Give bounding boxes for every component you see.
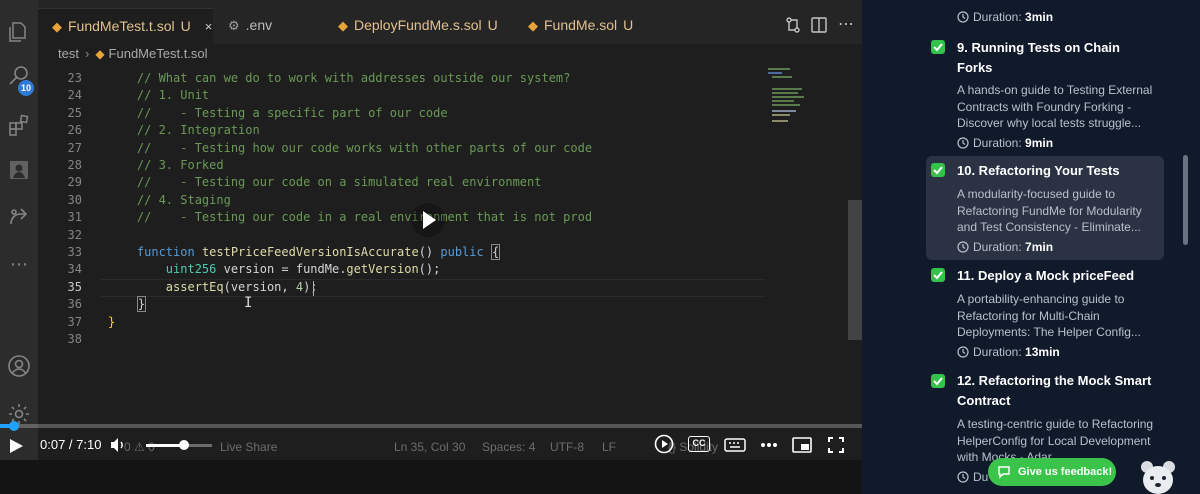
completed-check-icon: [931, 374, 945, 388]
tab-deployfundme[interactable]: ◆ DeployFundMe.s.sol U: [338, 10, 498, 40]
captions-button[interactable]: CC: [688, 436, 710, 452]
volume-icon[interactable]: [110, 437, 126, 453]
video-bottom-strip: [0, 460, 862, 494]
lesson-duration: Duration: 7min: [957, 240, 1053, 254]
code-line: 36 }: [38, 296, 768, 313]
code-line: 29 // - Testing our code on a simulated …: [67, 175, 542, 190]
gear-file-icon: ⚙: [228, 19, 240, 34]
code-line: 30 // 4. Staging: [67, 192, 231, 207]
fullscreen-icon[interactable]: [828, 437, 844, 453]
solidity-file-icon: ◆: [338, 19, 348, 34]
settings-icon[interactable]: [760, 438, 778, 452]
sidebar-scrollbar[interactable]: [1183, 155, 1188, 245]
split-editor-icon[interactable]: [810, 16, 828, 34]
code-line: 26 // 2. Integration: [67, 123, 260, 138]
code-line: 32: [67, 227, 82, 242]
solidity-file-icon: ◆: [52, 20, 62, 35]
lesson-duration: Duration: 9min: [957, 136, 1053, 150]
more-actions-icon[interactable]: ⋯: [838, 16, 856, 34]
closing-brace: }: [136, 296, 147, 313]
code-line: 35 assertEq(version, 4);: [38, 279, 768, 296]
more-icon[interactable]: ⋯: [7, 252, 31, 276]
breadcrumb-file[interactable]: FundMeTest.t.sol: [109, 46, 208, 61]
code-line: 24 // 1. Unit: [67, 88, 210, 103]
clock-icon: [957, 11, 969, 23]
remote-explorer-icon[interactable]: [7, 158, 31, 182]
volume-handle[interactable]: [179, 440, 190, 450]
code-line: 28 // 3. Forked: [67, 158, 224, 172]
code-line: 31 // - Testing our code in a real envir…: [67, 210, 593, 225]
editor-scrollbar[interactable]: [848, 200, 862, 340]
completed-check-icon: [931, 40, 945, 54]
center-play-icon[interactable]: [411, 203, 445, 237]
extensions-icon[interactable]: [7, 113, 31, 137]
lesson-item[interactable]: 11. Deploy a Mock priceFeed A portabilit…: [926, 262, 1164, 362]
breadcrumb-folder[interactable]: test: [58, 46, 79, 61]
play-icon[interactable]: [8, 438, 24, 454]
code-line: 37}: [67, 314, 116, 329]
tab-env[interactable]: ⚙ .env: [228, 10, 272, 40]
live-share-icon[interactable]: [7, 204, 31, 228]
explorer-icon[interactable]: [7, 20, 31, 44]
code-line: 33 function testPriceFeedVersionIsAccura…: [38, 244, 768, 261]
minimap[interactable]: [768, 66, 828, 126]
lesson-duration: Du: [957, 470, 988, 484]
breadcrumb: test › ◆ FundMeTest.t.sol: [38, 44, 862, 64]
lesson-title: 11. Deploy a Mock priceFeed: [957, 268, 1135, 283]
clock-icon: [957, 346, 969, 358]
activity-bar: 10 ⋯: [0, 0, 38, 494]
lesson-item[interactable]: 9. Running Tests on Chain Forks A hands-…: [926, 36, 1164, 152]
completed-check-icon: [931, 163, 945, 177]
keyboard-shortcuts-icon[interactable]: [724, 437, 746, 453]
chevron-right-icon: ›: [84, 46, 90, 61]
account-icon[interactable]: [7, 354, 31, 378]
bear-mascot-icon: [1141, 461, 1175, 494]
lesson-description: A hands-on guide to Testing External Con…: [957, 83, 1153, 131]
ibeam-cursor-icon: I: [244, 295, 253, 311]
lesson-description: A portability-enhancing guide to Refacto…: [957, 292, 1141, 340]
editor-tab-bar: ◆ FundMeTest.t.sol U × ⚙ .env ◆ DeployFundMe.…: [38, 0, 862, 44]
lesson-description: A modularity-focused guide to Refactorin…: [957, 187, 1142, 235]
code-line: 27 // - Testing how our code works with …: [67, 140, 593, 155]
lesson-duration: Duration: 13min: [957, 345, 1060, 359]
tab-fundmetest[interactable]: ◆ FundMeTest.t.sol U ×: [38, 8, 213, 44]
video-player[interactable]: 10 ⋯ ◆ FundMeTest.t.sol U × ⚙ .env ◆ DeployFu…: [0, 0, 862, 494]
lesson-item-active[interactable]: 10. Refactoring Your Tests A modularity-…: [926, 156, 1164, 260]
close-icon[interactable]: ×: [205, 19, 213, 34]
lesson-title: 9. Running Tests on Chain Forks: [957, 40, 1120, 75]
solidity-file-icon: ◆: [528, 19, 538, 34]
lesson-title: 10. Refactoring Your Tests: [957, 163, 1120, 178]
clock-icon: [957, 137, 969, 149]
chat-icon: [998, 466, 1010, 479]
lesson-title: 12. Refactoring the Mock Smart Contract: [957, 373, 1152, 408]
feedback-button[interactable]: Give us feedback!: [988, 458, 1116, 486]
autoplay-icon[interactable]: [654, 434, 674, 454]
code-line: 38: [67, 332, 82, 346]
code-line: 34 uint256 version = fundMe.getVersion()…: [38, 261, 768, 278]
solidity-file-icon: ◆: [95, 47, 105, 61]
compare-changes-icon[interactable]: [784, 16, 802, 34]
video-time: 0:07 / 7:10: [40, 437, 102, 452]
search-results-badge: 10: [18, 80, 34, 96]
completed-check-icon: [931, 268, 945, 282]
assert-statement: assertEq(version, 4);: [165, 279, 318, 294]
clock-icon: [957, 241, 969, 253]
variable-declaration: uint256 version = fundMe.getVersion();: [165, 262, 441, 277]
lesson-item[interactable]: Duration: 3min: [926, 0, 1164, 26]
text-caret: [313, 281, 314, 296]
clock-icon: [957, 471, 969, 483]
tab-fundme[interactable]: ◆ FundMe.sol U: [528, 10, 633, 40]
code-line: 23 // What can we do to work with addres…: [67, 71, 571, 85]
lesson-duration: Duration: 3min: [957, 10, 1053, 24]
picture-in-picture-icon[interactable]: [792, 437, 812, 453]
function-signature: function testPriceFeedVersionIsAccurate(…: [136, 244, 501, 260]
video-controls: 0:07 / 7:10 CC: [0, 430, 862, 460]
volume-slider[interactable]: [146, 440, 212, 450]
video-progress-bar[interactable]: [0, 421, 862, 431]
code-line: 25 // - Testing a specific part of our c…: [67, 105, 448, 120]
